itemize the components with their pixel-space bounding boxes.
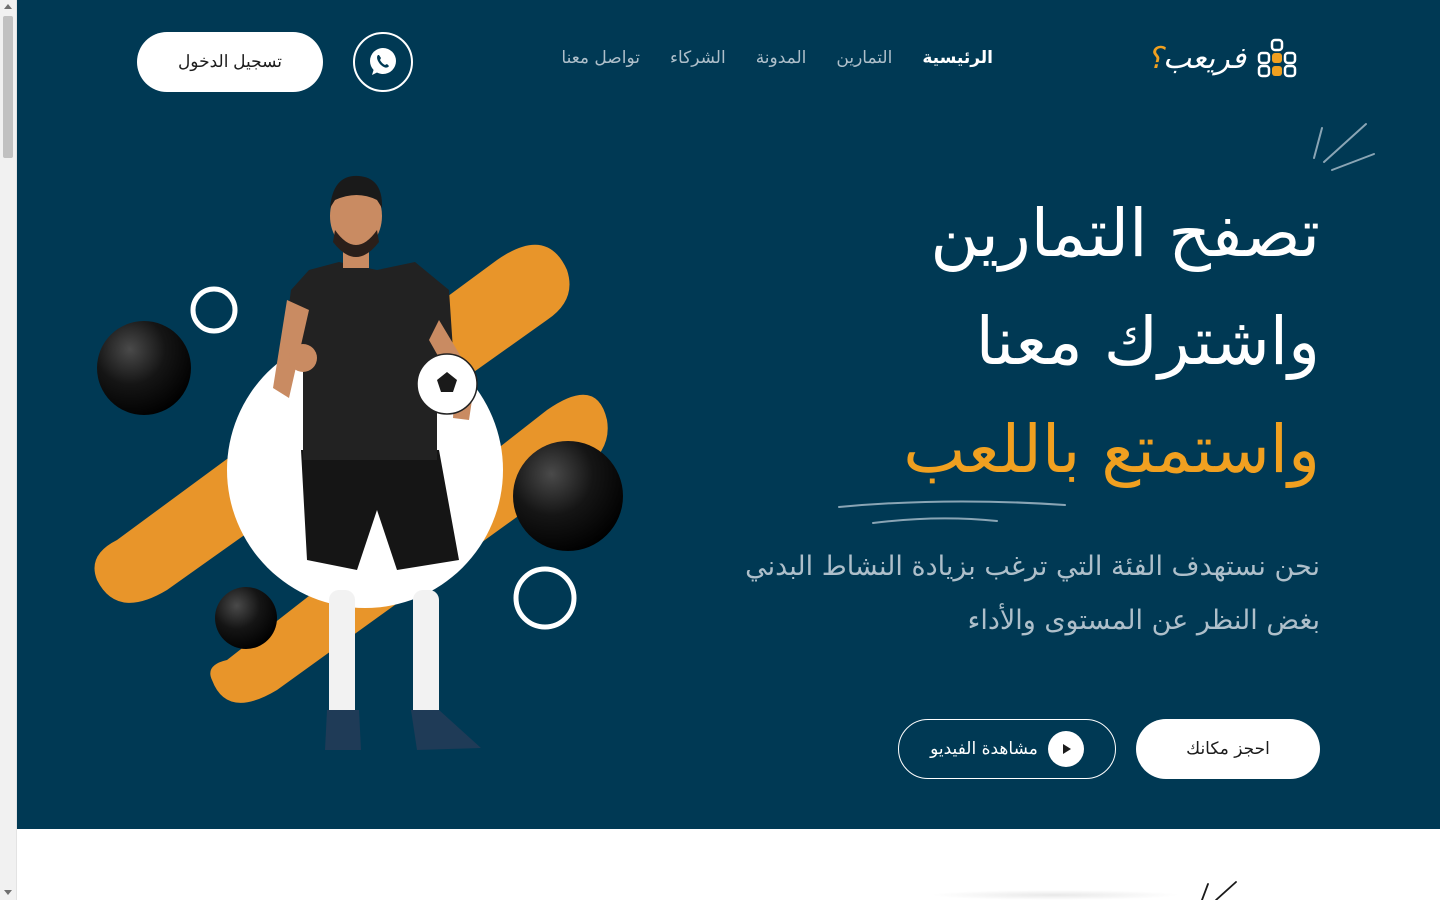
site-logo[interactable]: فريعب؟ (1147, 38, 1300, 78)
nav-item-blog[interactable]: المدونة (756, 48, 807, 68)
headline-line-2: واشترك معنا (975, 303, 1320, 380)
outline-circle-top (190, 286, 238, 334)
nav-item-home[interactable]: الرئيسية (922, 48, 993, 68)
section-divider-shadow (930, 890, 1180, 900)
bottom-decorative-strokes-icon (1201, 881, 1237, 900)
scroll-up-arrow-icon[interactable] (4, 4, 12, 9)
logo-text: فريعب (1162, 40, 1246, 76)
logo-question-mark: ؟ (1146, 40, 1163, 76)
headline-underline-icon (838, 500, 1066, 524)
page-scrollbar[interactable] (0, 0, 17, 900)
hero-headline: تصفح التمارين واشترك معنا واستمتع باللعب (903, 180, 1320, 504)
nav-item-contact[interactable]: تواصل معنا (561, 48, 640, 68)
nav-item-partners[interactable]: الشركاء (670, 48, 726, 68)
main-nav: الرئيسية التمارين المدونة الشركاء تواصل … (561, 48, 993, 68)
book-place-button[interactable]: احجز مكانك (1136, 719, 1320, 779)
watch-video-button[interactable]: مشاهدة الفيديو (898, 719, 1116, 779)
decorative-strokes-icon (1313, 123, 1375, 171)
black-ball-bottom (215, 587, 277, 649)
watch-video-label: مشاهدة الفيديو (930, 739, 1038, 759)
hero-section: تسجيل الدخول الرئيسية التمارين المدونة ا… (17, 0, 1440, 829)
logo-wordmark: فريعب؟ (1147, 41, 1246, 76)
play-icon (1047, 731, 1084, 767)
scrollbar-thumb[interactable] (3, 16, 13, 158)
whatsapp-icon (370, 48, 396, 75)
hero-subtitle: نحن نستهدف الفئة التي ترغب بزيادة النشاط… (745, 551, 1320, 636)
hero-illustration (94, 175, 623, 750)
login-button[interactable]: تسجيل الدخول (137, 32, 323, 92)
headline-line-3: واستمتع باللعب (903, 411, 1320, 488)
nav-item-exercises[interactable]: التمارين (836, 48, 892, 68)
whatsapp-button[interactable] (353, 32, 413, 92)
scroll-down-arrow-icon[interactable] (4, 890, 12, 895)
outline-circle-bottom (513, 566, 577, 630)
black-ball-left (97, 321, 191, 415)
black-ball-right (513, 441, 623, 551)
dots-grid-icon (1257, 38, 1297, 78)
headline-line-1: تصفح التمارين (930, 195, 1320, 272)
